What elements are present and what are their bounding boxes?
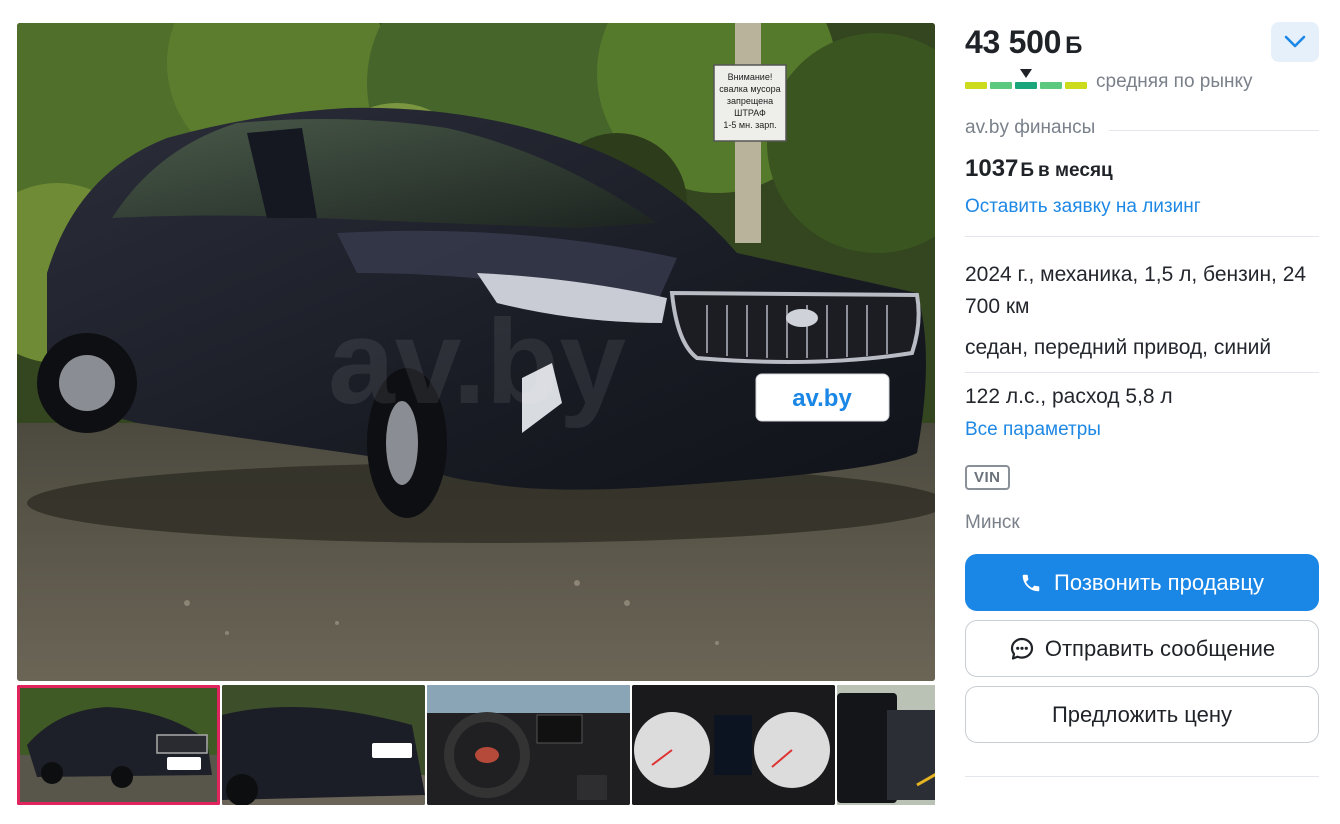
divider (1109, 129, 1319, 131)
all-params-link[interactable]: Все параметры (965, 415, 1319, 445)
listing-info-panel: 43 500 Б средняя по рынку av.by финансы 1… (965, 20, 1319, 777)
city: Минск (965, 512, 1020, 533)
rating-segment (965, 81, 987, 89)
sign-line-4: ШТРАФ (734, 108, 766, 118)
spec-power-consumption: 122 л.с., расход 5,8 л (965, 385, 1173, 408)
spec-year-transmission: 2024 г., механика, 1,5 л, бензин, 24 700… (965, 263, 1307, 318)
monthly-currency: Б (1020, 160, 1035, 181)
plate-logo: av.by (792, 385, 852, 412)
main-photo[interactable]: Внимание! свалка мусора запрещена ШТРАФ … (17, 23, 935, 681)
thumbnail-interior-wheel (427, 685, 630, 805)
thumbnail-4[interactable] (632, 685, 835, 805)
specs: 2024 г., механика, 1,5 л, бензин, 24 700… (965, 237, 1319, 445)
offer-price-button[interactable]: Предложить цену (965, 686, 1319, 743)
divider (965, 776, 1319, 777)
send-message-label: Отправить сообщение (1044, 635, 1276, 661)
send-message-button[interactable]: Отправить сообщение (965, 620, 1319, 677)
chevron-down-icon (1284, 35, 1306, 48)
call-seller-button[interactable]: Позвонить продавцу (965, 554, 1319, 611)
divider (965, 327, 1319, 328)
leasing-request-link[interactable]: Оставить заявку на лизинг (965, 192, 1319, 222)
monthly-payment: 1037 Бв месяц (965, 152, 1319, 186)
sign-line-1: Внимание! (728, 72, 773, 82)
monthly-suffix: в месяц (1038, 160, 1113, 181)
offer-price-label: Предложить цену (1051, 701, 1233, 727)
sign-line-5: 1-5 мн. зарп. (723, 120, 776, 130)
call-seller-label: Позвонить продавцу (1054, 569, 1264, 595)
thumbnail-car-rear (222, 685, 425, 805)
phone-icon (1022, 574, 1040, 591)
rating-marker-icon (1020, 68, 1032, 78)
rating-segment (1065, 81, 1087, 89)
expand-price-button[interactable] (1271, 22, 1319, 62)
thumbnail-3[interactable] (427, 685, 630, 805)
monthly-amount: 1037 (965, 155, 1019, 182)
sign-line-3: запрещена (727, 96, 773, 106)
price-row: 43 500 Б (965, 20, 1319, 64)
thumbnail-screen (837, 685, 935, 805)
thumbnail-2[interactable] (222, 685, 425, 805)
finance-title: av.by финансы (965, 117, 1096, 138)
rating-segment (990, 81, 1012, 89)
divider (965, 372, 1319, 373)
spec-body-drive-color: седан, передний привод, синий (965, 336, 1272, 359)
sign-line-2: свалка мусора (719, 84, 780, 94)
thumbnail-strip (17, 685, 935, 805)
price: 43 500 Б (965, 24, 1083, 60)
rating-segment (1015, 81, 1037, 89)
chat-bubble-icon (1010, 637, 1033, 660)
finance-header: av.by финансы (965, 114, 1319, 142)
thumbnail-1[interactable] (17, 685, 220, 805)
price-rating-label: средняя по рынку (1096, 71, 1253, 92)
thumbnail-car-front (17, 685, 220, 805)
watermark: av.by (328, 295, 626, 429)
thumbnail-5[interactable] (837, 685, 935, 805)
car-photo: Внимание! свалка мусора запрещена ШТРАФ … (17, 23, 935, 681)
vin-badge: VIN (965, 465, 1010, 490)
price-currency: Б (1065, 32, 1083, 59)
thumbnail-dashboard (632, 685, 835, 805)
rating-segment (1040, 81, 1062, 89)
price-rating-scale (965, 68, 1087, 89)
price-rating[interactable]: средняя по рынку (965, 64, 1319, 98)
